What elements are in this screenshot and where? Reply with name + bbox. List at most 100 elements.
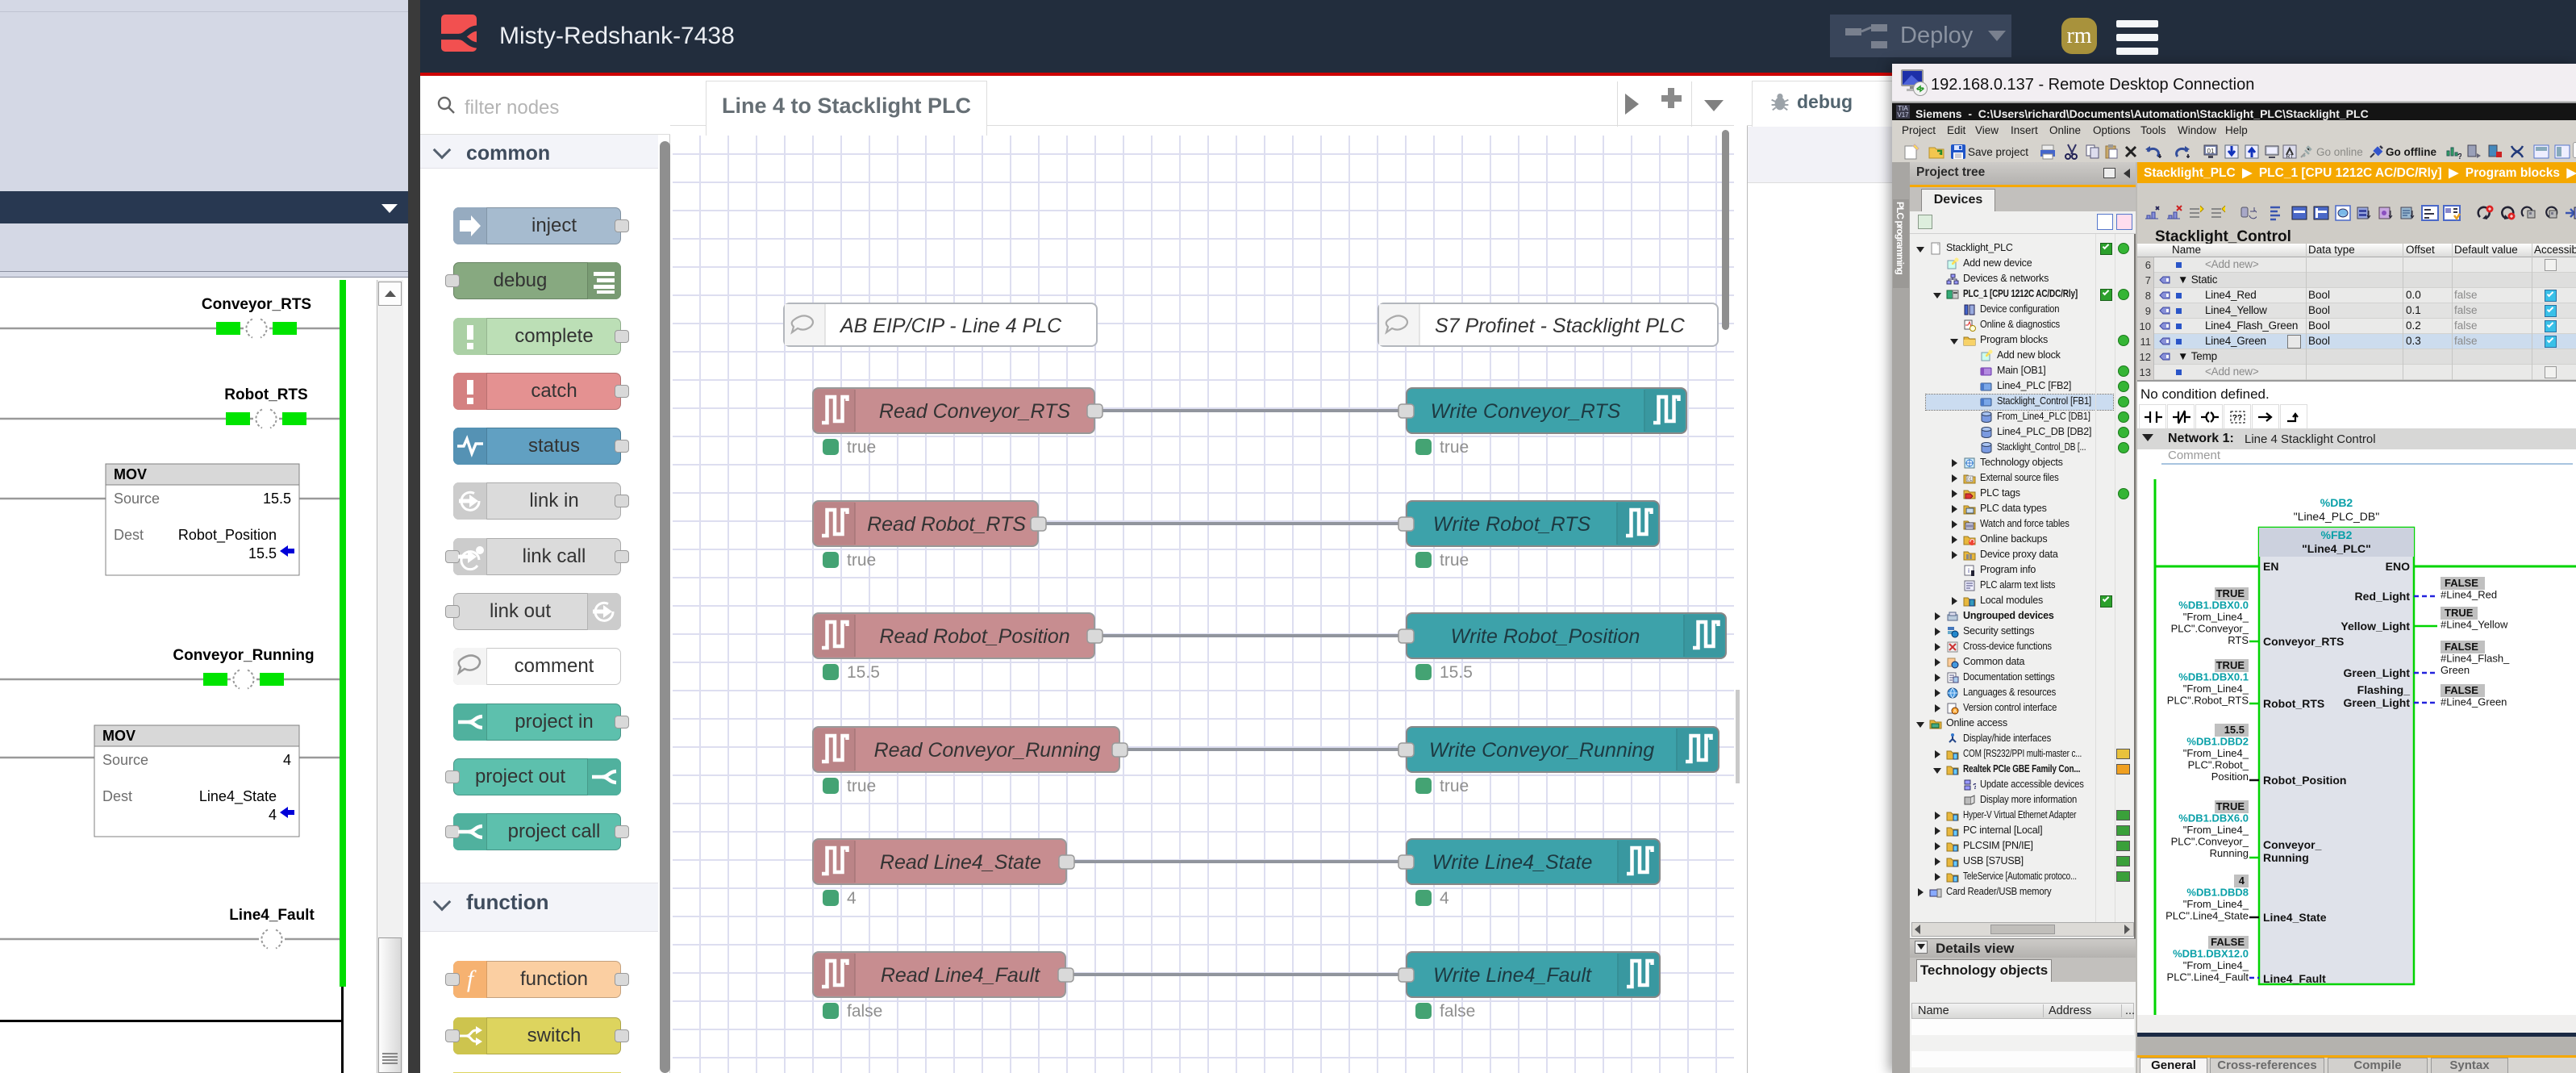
svg-text:4: 4 <box>269 807 277 823</box>
svg-text:15.5: 15.5 <box>847 663 880 682</box>
svg-text:%DB1.DBX0.0: %DB1.DBX0.0 <box>2178 599 2249 612</box>
svg-text:%DB1.DBD2: %DB1.DBD2 <box>2186 736 2249 748</box>
svg-text:Robot_RTS: Robot_RTS <box>224 386 307 403</box>
svg-text:Robot_RTS: Robot_RTS <box>2263 697 2324 710</box>
svg-text:Source: Source <box>102 752 148 768</box>
svg-text:TRUE: TRUE <box>2216 800 2245 812</box>
svg-text:"From_Line4_: "From_Line4_ <box>2183 959 2249 971</box>
svg-text:15.5: 15.5 <box>263 491 291 507</box>
svg-text:S7 Profinet - Stacklight PLC: S7 Profinet - Stacklight PLC <box>1435 315 1686 337</box>
svg-text:Line4_Fault: Line4_Fault <box>229 907 315 924</box>
svg-text:"From_Line4_: "From_Line4_ <box>2183 747 2249 759</box>
svg-text:Conveyor_Running: Conveyor_Running <box>173 647 314 664</box>
svg-text:Write Conveyor_Running: Write Conveyor_Running <box>1429 739 1654 762</box>
svg-text:Read Conveyor_Running: Read Conveyor_Running <box>874 739 1101 762</box>
svg-text:true: true <box>1440 438 1469 457</box>
svg-text:ENO: ENO <box>2386 560 2410 573</box>
svg-text:i: i <box>1968 567 1970 574</box>
svg-text:"From_Line4_: "From_Line4_ <box>2183 611 2249 623</box>
svg-text:Running: Running <box>2210 847 2249 859</box>
svg-text:RTS: RTS <box>2228 634 2249 646</box>
svg-text:%DB1.DBD8: %DB1.DBD8 <box>2186 887 2249 899</box>
svg-text:#Line4_Red: #Line4_Red <box>2441 589 2497 601</box>
svg-text:..: .. <box>2341 210 2345 217</box>
svg-text:Conveyor_: Conveyor_ <box>2263 838 2322 851</box>
svg-text:15.5: 15.5 <box>2224 724 2245 736</box>
svg-text:4: 4 <box>1440 889 1449 908</box>
svg-text:AB EIP/CIP - Line 4 PLC: AB EIP/CIP - Line 4 PLC <box>839 315 1062 337</box>
svg-text:f: f <box>467 966 477 992</box>
svg-text:Line4_Fault: Line4_Fault <box>2263 972 2326 985</box>
svg-text:FALSE: FALSE <box>2445 577 2478 589</box>
svg-text:4: 4 <box>283 752 291 768</box>
svg-text:#Line4_Green: #Line4_Green <box>2441 696 2507 708</box>
svg-text:Robot_Position: Robot_Position <box>178 527 277 544</box>
svg-text:?: ? <box>1973 783 1976 791</box>
svg-text:%DB2: %DB2 <box>2320 496 2353 509</box>
svg-text:A: A <box>1953 710 1957 715</box>
svg-text:Green_Light: Green_Light <box>2344 666 2411 679</box>
svg-text:FALSE: FALSE <box>2445 641 2478 653</box>
svg-text:Read Conveyor_RTS: Read Conveyor_RTS <box>879 400 1070 423</box>
svg-text:Red_Light: Red_Light <box>2355 590 2411 603</box>
svg-text:MOV: MOV <box>114 466 147 482</box>
svg-text:true: true <box>847 438 876 457</box>
svg-text:Write Robot_RTS: Write Robot_RTS <box>1433 513 1591 536</box>
svg-text:true: true <box>1440 777 1469 795</box>
svg-text:Dest: Dest <box>114 527 144 543</box>
svg-text:FALSE: FALSE <box>2211 936 2245 948</box>
svg-text:EN: EN <box>2263 560 2278 573</box>
svg-text:true: true <box>1440 551 1469 570</box>
svg-text:4: 4 <box>847 889 857 908</box>
svg-text:??: ?? <box>2232 414 2242 423</box>
svg-text:%DB1.DBX6.0: %DB1.DBX6.0 <box>2178 812 2249 825</box>
svg-text:Read Robot_RTS: Read Robot_RTS <box>867 513 1026 536</box>
svg-text:false: false <box>1440 1002 1475 1021</box>
svg-text:%FB2: %FB2 <box>2321 528 2353 541</box>
svg-text:%DB1.DBX12.0: %DB1.DBX12.0 <box>2173 948 2249 960</box>
svg-text:Conveyor_RTS: Conveyor_RTS <box>202 296 311 313</box>
svg-text:true: true <box>847 777 876 795</box>
svg-text:15.5: 15.5 <box>1440 663 1473 682</box>
svg-text:Position: Position <box>2211 770 2249 783</box>
svg-text:Yellow_Light: Yellow_Light <box>2340 620 2410 633</box>
svg-text:"Line4_PLC_DB": "Line4_PLC_DB" <box>2294 510 2379 523</box>
svg-text:Flashing_: Flashing_ <box>2357 683 2411 696</box>
svg-text:false: false <box>847 1002 882 1021</box>
svg-text:Read Line4_Fault: Read Line4_Fault <box>881 964 1040 987</box>
svg-text:01: 01 <box>2207 148 2215 155</box>
svg-text:#Line4_Flash_: #Line4_Flash_ <box>2441 653 2510 665</box>
svg-text:Robot_Position: Robot_Position <box>2263 774 2346 787</box>
svg-text:Running: Running <box>2263 851 2309 864</box>
svg-text:TRUE: TRUE <box>2445 607 2474 619</box>
svg-text:#Line4_Yellow: #Line4_Yellow <box>2441 619 2508 631</box>
svg-text:"From_Line4_: "From_Line4_ <box>2183 824 2249 836</box>
svg-text:Read Line4_State: Read Line4_State <box>880 851 1041 874</box>
svg-text:"From_Line4_: "From_Line4_ <box>2183 898 2249 910</box>
svg-text:PLC".Conveyor_: PLC".Conveyor_ <box>2171 623 2249 635</box>
svg-text:Read Robot_Position: Read Robot_Position <box>879 625 1069 648</box>
svg-text:"Line4_PLC": "Line4_PLC" <box>2302 542 2371 555</box>
svg-text:PLC".Conveyor_: PLC".Conveyor_ <box>2171 836 2249 848</box>
svg-text:4: 4 <box>2239 875 2245 887</box>
svg-text:Write Robot_Position: Write Robot_Position <box>1451 625 1640 648</box>
svg-text:"From_Line4_: "From_Line4_ <box>2183 683 2249 695</box>
svg-text:Line4_State: Line4_State <box>199 788 277 805</box>
svg-text:FALSE: FALSE <box>2445 684 2478 696</box>
svg-text:Conveyor_RTS: Conveyor_RTS <box>2263 635 2344 648</box>
svg-text:Write Line4_State: Write Line4_State <box>1432 851 1593 874</box>
svg-text:true: true <box>847 551 876 570</box>
svg-text:PLC".Robot_: PLC".Robot_ <box>2188 759 2249 771</box>
svg-text:%DB1.DBX0.1: %DB1.DBX0.1 <box>2178 671 2249 683</box>
svg-text:TRUE: TRUE <box>2216 659 2245 671</box>
svg-text:Green_Light: Green_Light <box>2344 696 2411 709</box>
svg-text:01: 01 <box>1967 478 1973 482</box>
svg-text:PLC".Line4_Fault: PLC".Line4_Fault <box>2167 971 2249 983</box>
svg-text:RT: RT <box>2286 154 2294 160</box>
svg-text:Write Line4_Fault: Write Line4_Fault <box>1433 964 1592 987</box>
svg-text:?: ? <box>2457 152 2461 161</box>
svg-text:15.5: 15.5 <box>248 545 277 562</box>
svg-text:Dest: Dest <box>102 788 132 804</box>
svg-text:Source: Source <box>114 491 160 507</box>
svg-text:TRUE: TRUE <box>2216 587 2245 599</box>
